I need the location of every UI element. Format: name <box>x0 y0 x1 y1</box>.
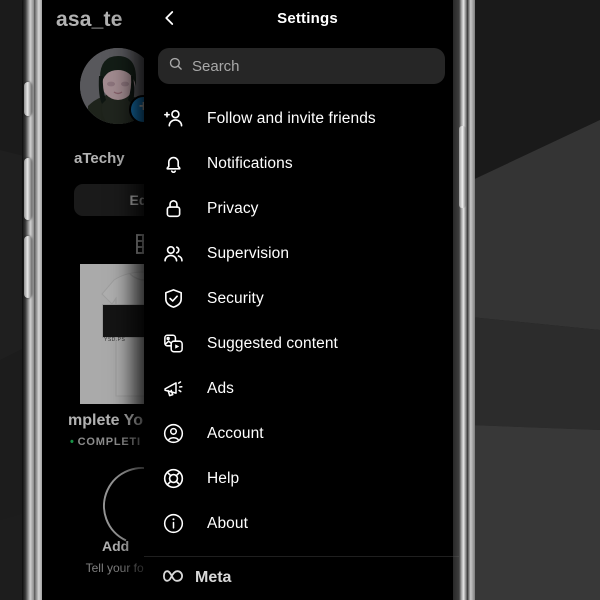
lock-icon <box>161 197 185 221</box>
meta-infinity-icon <box>161 568 185 589</box>
search-icon <box>168 56 183 76</box>
phone-mute-switch[interactable] <box>24 82 32 116</box>
phone-right-rail-inner <box>467 0 475 600</box>
menu-item-about[interactable]: About <box>144 501 459 546</box>
menu-item-label: Follow and invite friends <box>207 109 376 127</box>
menu-item-label: Privacy <box>207 199 259 217</box>
complete-profile-status: • COMPLETI <box>70 436 141 448</box>
lifebuoy-icon <box>161 467 185 491</box>
menu-item-label: Supervision <box>207 244 290 262</box>
search-placeholder: Search <box>192 57 240 75</box>
megaphone-icon <box>161 377 185 401</box>
meta-label: Meta <box>195 569 232 586</box>
person-plus-icon <box>161 107 185 131</box>
account-circle-icon <box>161 422 185 446</box>
settings-sheet: Settings Search Follow and invite friend… <box>144 0 459 600</box>
menu-item-follow-invite-friends[interactable]: Follow and invite friends <box>144 96 459 141</box>
shield-check-icon <box>161 287 185 311</box>
menu-item-label: Help <box>207 469 240 487</box>
menu-item-security[interactable]: Security <box>144 276 459 321</box>
screen-right-bezel <box>453 0 459 600</box>
menu-item-privacy[interactable]: Privacy <box>144 186 459 231</box>
status-text: COMPLETI <box>77 436 141 448</box>
people-icon <box>161 242 185 266</box>
phone-volume-up-button[interactable] <box>24 158 32 220</box>
menu-item-ads[interactable]: Ads <box>144 366 459 411</box>
bell-icon <box>161 152 185 176</box>
complete-profile-title: mplete Yo <box>68 412 143 429</box>
menu-item-label: Notifications <box>207 154 293 172</box>
phone-screen: asa_te aTechy Edit YSD.PS mplete Yo • CO… <box>42 0 459 600</box>
profile-display-name: aTechy <box>74 150 125 167</box>
info-circle-icon <box>161 512 185 536</box>
search-input[interactable]: Search <box>158 48 445 84</box>
menu-item-label: Account <box>207 424 264 442</box>
menu-item-supervision[interactable]: Supervision <box>144 231 459 276</box>
status-dot: • <box>70 436 75 448</box>
meta-footer[interactable]: Meta <box>144 557 459 599</box>
post-watermark: YSD.PS <box>104 337 126 343</box>
menu-item-label: Suggested content <box>207 334 338 352</box>
menu-item-account[interactable]: Account <box>144 411 459 456</box>
phone-device: asa_te aTechy Edit YSD.PS mplete Yo • CO… <box>22 0 477 600</box>
menu-item-label: About <box>207 514 249 532</box>
scene: asa_te aTechy Edit YSD.PS mplete Yo • CO… <box>0 0 600 600</box>
phone-volume-down-button[interactable] <box>24 236 32 298</box>
phone-power-button[interactable] <box>459 126 466 208</box>
menu-item-label: Security <box>207 289 264 307</box>
menu-item-notifications[interactable]: Notifications <box>144 141 459 186</box>
page-title: Settings <box>277 10 338 27</box>
profile-username: asa_te <box>56 8 123 31</box>
menu-item-help[interactable]: Help <box>144 456 459 501</box>
menu-item-suggested-content[interactable]: Suggested content <box>144 321 459 366</box>
media-stack-icon <box>161 332 185 356</box>
settings-header: Settings <box>144 0 459 44</box>
settings-menu: Follow and invite friends Notifications <box>144 96 459 599</box>
add-card-title: Add <box>102 538 130 554</box>
menu-item-label: Ads <box>207 379 235 397</box>
